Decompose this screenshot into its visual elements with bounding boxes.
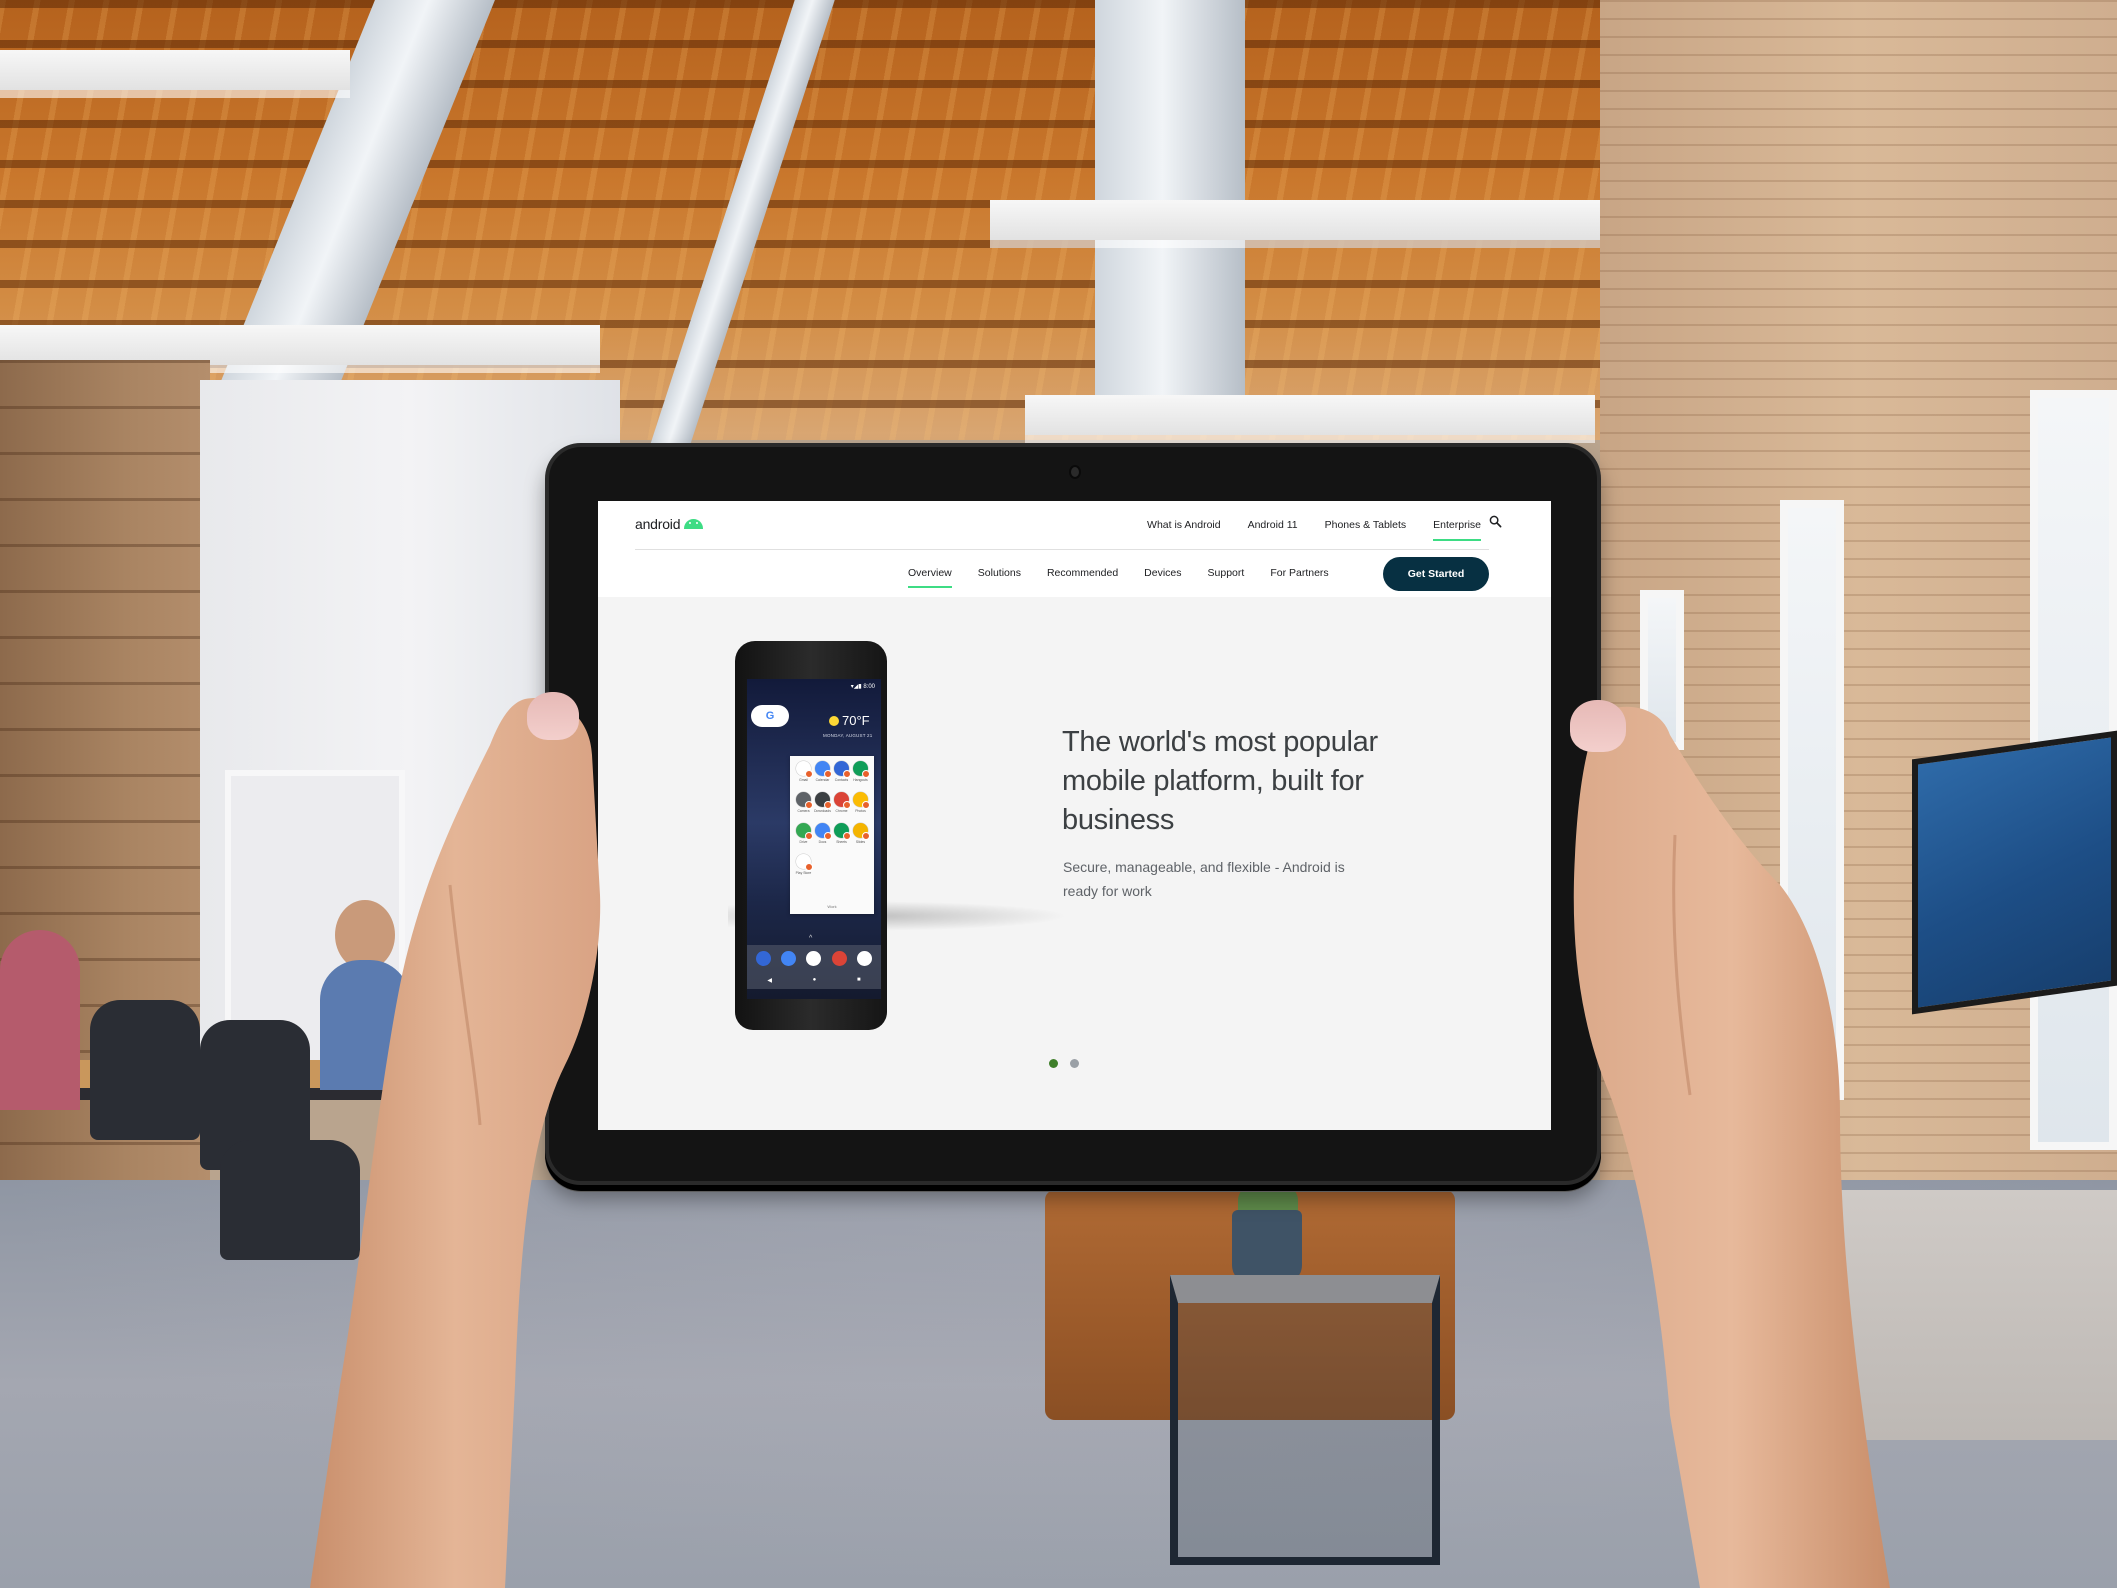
app-label: Docs xyxy=(818,840,827,844)
work-apps-folder: Gmail Calendar Contacts Hangouts Camera Downl… xyxy=(790,756,874,914)
app-label: Gmail xyxy=(799,778,808,782)
status-time: 8:00 xyxy=(863,684,875,690)
app-label: Drive xyxy=(799,840,808,844)
app-label: Calendar xyxy=(815,778,830,782)
secondary-nav: Overview Solutions Recommended Devices S… xyxy=(908,567,1329,588)
chrome-icon xyxy=(834,792,851,809)
work-app-calendar: Calendar xyxy=(813,761,832,792)
tablet-screen: android What is Android Android 11 Phone… xyxy=(598,501,1551,1130)
office-chair xyxy=(90,1000,200,1140)
gmail-icon xyxy=(796,761,813,778)
dock-chrome-icon xyxy=(831,951,847,966)
photos-icon xyxy=(853,792,870,809)
home-icon: ● xyxy=(812,977,817,983)
subnav-solutions[interactable]: Solutions xyxy=(978,567,1021,579)
dock-gmail-icon xyxy=(806,951,822,966)
side-table xyxy=(1170,1275,1440,1565)
weather-date: MONDAY, AUGUST 21 xyxy=(823,733,873,738)
weather-widget: 70°F xyxy=(829,713,870,728)
carousel-dots xyxy=(1049,1059,1079,1068)
back-icon: ◀ xyxy=(767,978,772,984)
front-camera xyxy=(1069,465,1081,479)
app-label: Slides xyxy=(855,840,866,844)
app-label: Sheets xyxy=(836,840,847,844)
work-app-contacts: Contacts xyxy=(832,761,851,792)
logo-text: android xyxy=(635,516,681,532)
status-bar: ▾◢▮ 8:00 xyxy=(850,684,875,690)
left-hand xyxy=(310,698,601,1588)
phone-nav-bar: ◀ ● ■ xyxy=(747,977,881,984)
drive-icon xyxy=(796,823,813,840)
app-label: Photos xyxy=(855,809,866,813)
work-app-chrome: Chrome xyxy=(832,792,851,823)
carousel-dot-2[interactable] xyxy=(1070,1059,1079,1068)
work-app-slides: Slides xyxy=(851,823,870,854)
work-app-hangouts: Hangouts xyxy=(851,761,870,792)
nav-what-is-android[interactable]: What is Android xyxy=(1147,519,1221,537)
header-divider xyxy=(635,549,1489,550)
app-label: Hangouts xyxy=(853,778,868,782)
app-label: Chrome xyxy=(835,809,848,813)
slides-icon xyxy=(853,823,870,840)
nav-phones-tablets[interactable]: Phones & Tablets xyxy=(1325,519,1407,537)
subnav-overview[interactable]: Overview xyxy=(908,567,952,588)
work-app-downloads: Downloads xyxy=(813,792,832,823)
google-g-icon: G xyxy=(765,710,775,722)
subnav-recommended[interactable]: Recommended xyxy=(1047,567,1118,579)
hangouts-icon xyxy=(853,761,870,778)
subnav-support[interactable]: Support xyxy=(1208,567,1245,579)
left-thumbnail xyxy=(527,692,579,740)
right-thumbnail xyxy=(1570,700,1626,752)
play-store-icon xyxy=(796,854,813,871)
contacts-icon xyxy=(834,761,851,778)
sun-icon xyxy=(829,715,839,726)
calendar-icon xyxy=(815,761,832,778)
plant-pot xyxy=(1232,1210,1302,1285)
google-search-pill: G xyxy=(751,705,789,727)
docs-icon xyxy=(815,823,832,840)
subnav-for-partners[interactable]: For Partners xyxy=(1270,567,1328,579)
dock-camera-icon xyxy=(856,951,872,966)
app-label: Play Store xyxy=(795,871,812,875)
work-app-drive: Drive xyxy=(794,823,813,854)
ceiling-light xyxy=(1025,395,1595,435)
chevron-up-icon: ^ xyxy=(809,935,813,942)
ceiling-light xyxy=(0,50,350,90)
nav-enterprise[interactable]: Enterprise xyxy=(1433,519,1481,541)
work-app-docs: Docs xyxy=(813,823,832,854)
hero-title: The world's most popular mobile platform… xyxy=(1062,726,1378,836)
work-app-camera: Camera xyxy=(794,792,813,823)
hero-subtitle: Secure, manageable, and flexible - Andro… xyxy=(1063,859,1345,899)
search-icon[interactable] xyxy=(1489,515,1502,528)
android-logo[interactable]: android xyxy=(635,516,704,532)
work-app-sheets: Sheets xyxy=(832,823,851,854)
android-bot-icon xyxy=(684,519,704,529)
dock-phone-icon xyxy=(756,951,772,966)
app-label: Camera xyxy=(797,809,810,813)
ceiling-light xyxy=(0,325,600,365)
camera-icon xyxy=(796,792,813,809)
person xyxy=(0,930,80,1110)
recents-icon: ■ xyxy=(857,977,861,983)
downloads-icon xyxy=(815,792,832,809)
work-folder-label: Work xyxy=(827,904,837,909)
get-started-button[interactable]: Get Started xyxy=(1383,557,1489,591)
work-app-play-store: Play Store xyxy=(794,854,813,885)
tablet-device: android What is Android Android 11 Phone… xyxy=(545,443,1601,1185)
primary-nav: What is Android Android 11 Phones & Tabl… xyxy=(1147,519,1481,541)
app-label: Downloads xyxy=(814,809,831,813)
work-app-photos: Photos xyxy=(851,792,870,823)
subnav-devices[interactable]: Devices xyxy=(1144,567,1181,579)
work-app-gmail: Gmail xyxy=(794,761,813,792)
app-label: Contacts xyxy=(834,778,849,782)
right-hand xyxy=(1573,706,1890,1588)
weather-temp: 70°F xyxy=(842,713,870,728)
carousel-dot-1[interactable] xyxy=(1049,1059,1058,1068)
sheets-icon xyxy=(834,823,851,840)
wall-monitor xyxy=(1912,730,2117,1015)
dock-messages-icon xyxy=(781,951,797,966)
nav-android-11[interactable]: Android 11 xyxy=(1248,519,1298,537)
site-header: android What is Android Android 11 Phone… xyxy=(598,501,1551,597)
